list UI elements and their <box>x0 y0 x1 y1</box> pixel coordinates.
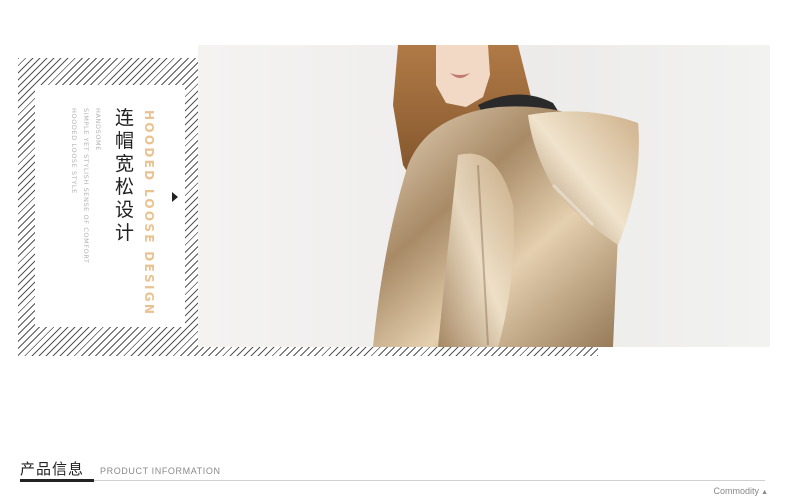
section-title-underline <box>20 479 94 482</box>
banner-title-en: HOODED LOOSE DESIGN <box>142 110 156 317</box>
model-jacket-illustration <box>373 45 639 347</box>
banner-title-cn: 连帽宽松设计 <box>115 107 135 244</box>
section-title-en: PRODUCT INFORMATION <box>100 466 221 476</box>
section-divider <box>20 480 765 481</box>
product-photo <box>198 45 770 347</box>
desc-line-3: HANDSOME <box>94 108 102 151</box>
commodity-label: Commodity <box>713 486 760 496</box>
section-title-cn: 产品信息 <box>20 460 85 478</box>
desc-line-1: HOODED LOOSE STYLE <box>70 108 78 194</box>
desc-line-2: SIMPLE YET STYLISH SENSE OF COMFORT <box>82 108 90 264</box>
triangle-up-icon: ▲ <box>761 489 768 496</box>
triangle-right-icon <box>172 192 178 202</box>
title-card <box>35 85 185 327</box>
commodity-link[interactable]: Commodity ▲ <box>714 486 768 496</box>
